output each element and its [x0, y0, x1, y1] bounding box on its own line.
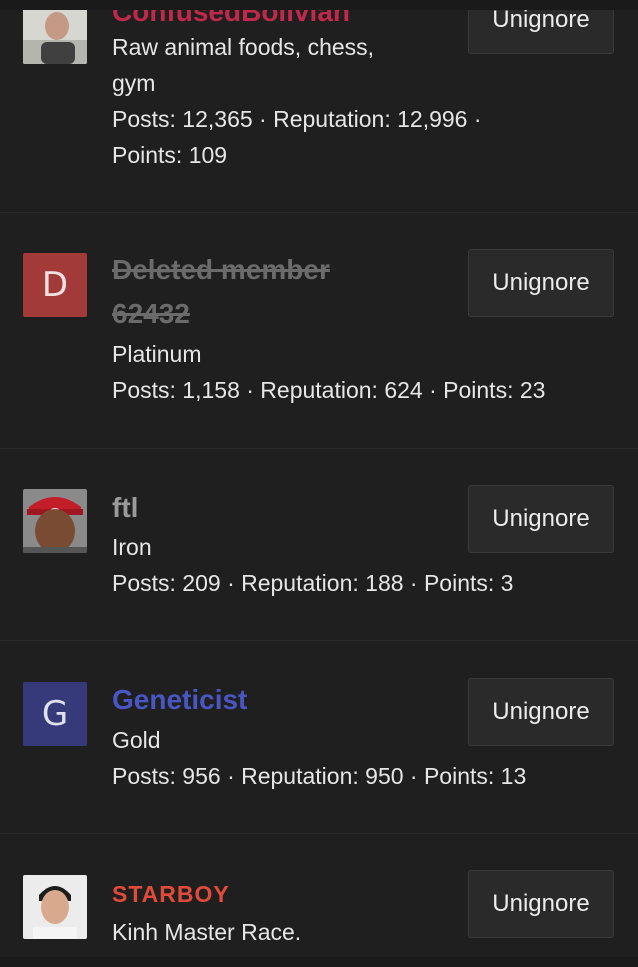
- member-row-ftl: ftl Iron Posts: 209 · Reputation: 188 · …: [0, 449, 638, 641]
- member-name: Deleted member 62432: [112, 254, 330, 329]
- member-name-link[interactable]: ftl: [112, 486, 138, 530]
- member-bio-continued: gym: [112, 70, 156, 96]
- member-name-link[interactable]: Geneticist: [112, 678, 247, 722]
- avatar[interactable]: [23, 489, 87, 553]
- unignore-button[interactable]: Unignore: [468, 249, 614, 317]
- member-bio: Raw animal foods, chess,: [112, 34, 375, 60]
- member-stats: Posts: 956 · Reputation: 950 · Points: 1…: [112, 763, 527, 789]
- member-row-confusedbolivian: ConfusedBolivian Raw animal foods, chess…: [0, 0, 638, 213]
- unignore-button[interactable]: Unignore: [468, 870, 614, 938]
- member-title: Iron: [112, 534, 152, 560]
- member-title: Kinh Master Race.: [112, 919, 302, 945]
- member-stats: Posts: 12,365 · Reputation: 12,996 ·: [112, 106, 482, 132]
- member-title: Gold: [112, 727, 161, 753]
- avatar[interactable]: [23, 875, 87, 939]
- ignored-members-list: ConfusedBolivian Raw animal foods, chess…: [0, 0, 638, 967]
- member-name-link[interactable]: STARBOY: [112, 872, 230, 916]
- member-stats: Posts: 1,158 · Reputation: 624 · Points:…: [112, 377, 546, 403]
- member-row-deleted-62432: D Deleted member 62432 Platinum Posts: 1…: [0, 213, 638, 449]
- member-stats: Posts: 209 · Reputation: 188 · Points: 3: [112, 570, 514, 596]
- member-row-starboy: STARBOY Kinh Master Race. Unignore: [0, 834, 638, 967]
- bottom-bar: [0, 957, 638, 967]
- unignore-button[interactable]: Unignore: [468, 485, 614, 553]
- top-bar: [0, 0, 638, 10]
- member-row-geneticist: G Geneticist Gold Posts: 956 · Reputatio…: [0, 641, 638, 834]
- avatar[interactable]: G: [23, 682, 87, 746]
- unignore-button[interactable]: Unignore: [468, 678, 614, 746]
- avatar[interactable]: D: [23, 253, 87, 317]
- member-stats-continued: Points: 109: [112, 142, 228, 168]
- member-title: Platinum: [112, 341, 202, 367]
